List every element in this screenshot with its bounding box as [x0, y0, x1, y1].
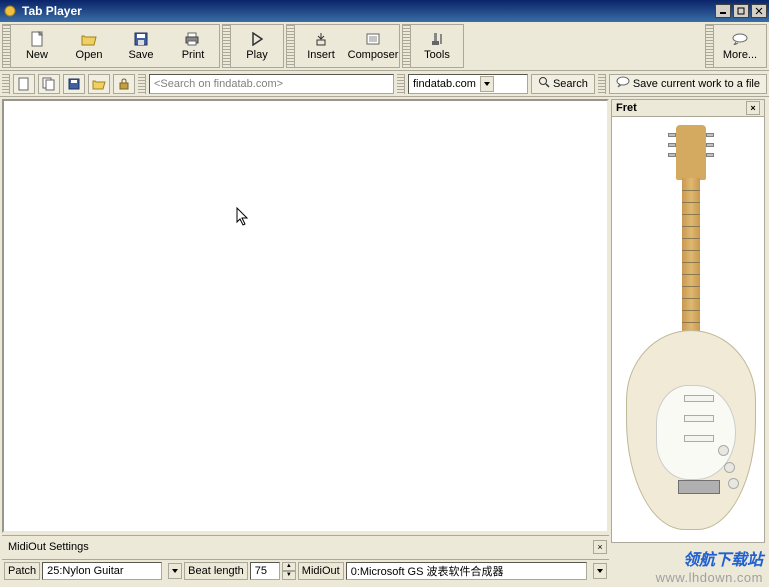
insert-button[interactable]: Insert — [295, 25, 347, 67]
open-button[interactable]: Open — [63, 25, 115, 67]
midiout-controls: Patch 25:Nylon Guitar Beat length 75 ▲ ▼… — [2, 559, 609, 581]
midiout-title: MidiOut Settings — [4, 541, 93, 553]
save-icon — [133, 31, 149, 47]
guitar-neck — [682, 178, 700, 353]
save-button[interactable]: Save — [115, 25, 167, 67]
fret-header: Fret × — [611, 99, 765, 117]
print-icon — [185, 31, 201, 47]
toolbar-grip[interactable] — [287, 25, 295, 67]
search-button[interactable]: Search — [531, 74, 595, 94]
midiout-settings: MidiOut Settings × — [2, 535, 609, 557]
maximize-button[interactable] — [733, 4, 749, 18]
midiout-label: MidiOut — [298, 562, 344, 580]
toolbar-grip[interactable] — [706, 25, 714, 67]
toolbar-grip[interactable] — [223, 25, 231, 67]
beat-label: Beat length — [184, 562, 248, 580]
midiout-dropdown[interactable]: 0:Microsoft GS 波表软件合成器 — [346, 562, 587, 580]
toolbar-grip[interactable] — [2, 74, 10, 94]
patch-dropdown[interactable]: 25:Nylon Guitar — [42, 562, 162, 580]
main-toolbar: New Open Save Print Play Insert Composer — [0, 22, 769, 71]
print-button[interactable]: Print — [167, 25, 219, 67]
toolbar-grip[interactable] — [403, 25, 411, 67]
toolbar-grip[interactable] — [397, 74, 405, 94]
guitar-headstock — [676, 125, 706, 180]
insert-icon — [313, 31, 329, 47]
new-button[interactable]: New — [11, 25, 63, 67]
play-button[interactable]: Play — [231, 25, 283, 67]
save-work-button[interactable]: Save current work to a file — [609, 74, 767, 94]
toolbar-grip[interactable] — [3, 25, 11, 67]
chevron-down-icon[interactable] — [593, 563, 607, 579]
minimize-button[interactable] — [715, 4, 731, 18]
speech-icon — [616, 76, 630, 91]
composer-icon — [365, 31, 381, 47]
fret-close-button[interactable]: × — [746, 101, 760, 115]
search-input[interactable] — [149, 74, 394, 94]
app-icon — [2, 3, 18, 19]
window-title: Tab Player — [22, 4, 715, 18]
fret-guitar-display[interactable] — [611, 117, 765, 543]
tools-icon — [429, 31, 445, 47]
beat-spinner[interactable]: ▲ ▼ — [282, 562, 296, 580]
beat-field[interactable]: 75 — [250, 562, 280, 580]
close-button[interactable] — [751, 4, 767, 18]
search-icon — [538, 76, 550, 91]
toolbar-grip[interactable] — [138, 74, 146, 94]
chevron-down-icon[interactable] — [168, 563, 182, 579]
more-icon — [732, 31, 748, 47]
workspace[interactable] — [2, 99, 609, 533]
quick-save-button[interactable] — [63, 74, 85, 94]
more-button[interactable]: More... — [714, 25, 766, 67]
fret-panel: Fret × — [611, 97, 769, 583]
open-icon — [81, 31, 97, 47]
patch-label: Patch — [4, 562, 40, 580]
cursor-icon — [236, 207, 250, 232]
quick-open-button[interactable] — [88, 74, 110, 94]
midiout-close-button[interactable]: × — [593, 540, 607, 554]
composer-button[interactable]: Composer — [347, 25, 399, 67]
new-icon — [29, 31, 45, 47]
quick-copy-button[interactable] — [38, 74, 60, 94]
search-toolbar: findatab.com Search Save current work to… — [0, 71, 769, 97]
toolbar-grip[interactable] — [598, 74, 606, 94]
guitar-body — [626, 330, 756, 530]
titlebar: Tab Player — [0, 0, 769, 22]
quick-new-button[interactable] — [13, 74, 35, 94]
tools-button[interactable]: Tools — [411, 25, 463, 67]
chevron-down-icon — [480, 76, 494, 92]
quick-lock-button[interactable] — [113, 74, 135, 94]
play-icon — [249, 31, 265, 47]
site-dropdown[interactable]: findatab.com — [408, 74, 528, 94]
